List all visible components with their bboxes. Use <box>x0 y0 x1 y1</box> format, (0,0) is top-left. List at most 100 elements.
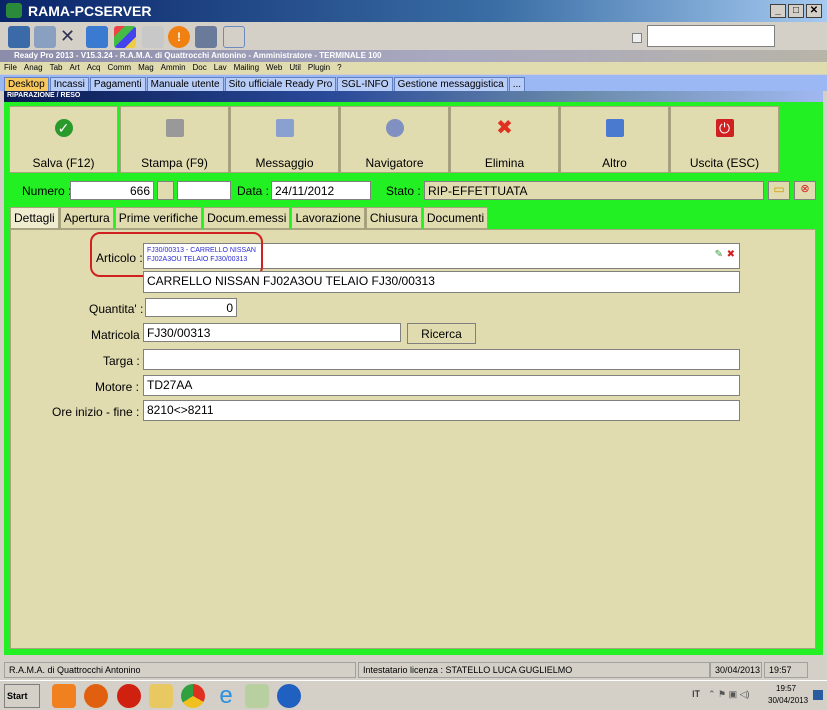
tab-desktop[interactable]: Desktop <box>4 77 49 91</box>
menu-lav[interactable]: Lav <box>214 63 227 72</box>
stato-field: RIP-EFFETTUATA <box>424 181 764 200</box>
window-titlebar: RAMA-PCSERVER _ □ ✕ <box>0 0 827 22</box>
menu-anag[interactable]: Anag <box>24 63 43 72</box>
tab-documenti[interactable]: Documenti <box>422 207 489 229</box>
internet-explorer-icon[interactable]: e <box>214 684 238 708</box>
ore-field[interactable]: 8210<>8211 <box>143 400 740 421</box>
message-button[interactable]: Messaggio <box>230 106 339 173</box>
ready-pro-icon[interactable] <box>117 684 141 708</box>
remote-toolbar: ✕ ! <box>0 22 827 67</box>
windows-icon[interactable] <box>34 26 56 48</box>
show-desktop-icon[interactable] <box>813 690 823 700</box>
menu-comm[interactable]: Comm <box>108 63 132 72</box>
clock-date[interactable]: 30/04/2013 <box>768 696 808 705</box>
tray-icons[interactable]: ⌃ ⚑ ▣ ◁) <box>708 689 750 700</box>
descrizione-field[interactable]: CARRELLO NISSAN FJ02A3OU TELAIO FJ30/003… <box>143 271 740 293</box>
numero-suffix-field[interactable] <box>177 181 231 200</box>
tab-manuale[interactable]: Manuale utente <box>146 77 224 91</box>
malwarebytes-icon[interactable] <box>277 684 301 708</box>
monitor-icon[interactable] <box>8 26 30 48</box>
numero-label: Numero : <box>22 184 72 198</box>
menu-doc[interactable]: Doc <box>193 63 207 72</box>
close-form-button[interactable]: ⊗ <box>794 181 816 200</box>
delete-button[interactable]: ✖ Elimina <box>450 106 559 173</box>
ricerca-button[interactable]: Ricerca <box>407 323 476 344</box>
clock-time[interactable]: 19:57 <box>776 684 796 693</box>
form-tabs: Dettagli Apertura Prime verifiche Docum.eme… <box>10 207 489 229</box>
firefox-icon[interactable] <box>84 684 108 708</box>
status-time: 19:57 <box>764 662 808 678</box>
menu-mailing[interactable]: Mailing <box>234 63 259 72</box>
checkbox[interactable] <box>632 33 642 43</box>
folder-button[interactable]: ▭ <box>768 181 790 200</box>
exit-label: Uscita (ESC) <box>689 156 760 170</box>
refresh-icon[interactable] <box>86 26 108 48</box>
exit-button[interactable]: ⏻ Uscita (ESC) <box>670 106 779 173</box>
remote-app-icon[interactable] <box>245 684 269 708</box>
tab-dettagli[interactable]: Dettagli <box>10 207 59 229</box>
menu-acq[interactable]: Acq <box>87 63 101 72</box>
save-button[interactable]: ✓ Salva (F12) <box>9 106 118 173</box>
tab-docum-emessi[interactable]: Docum.emessi <box>203 207 291 229</box>
alert-icon[interactable]: ! <box>168 26 190 48</box>
tab-prime-verifiche[interactable]: Prime verifiche <box>114 207 203 229</box>
tab-messaggistica[interactable]: Gestione messaggistica <box>393 77 508 91</box>
language-indicator[interactable]: IT <box>692 689 700 699</box>
menu-art[interactable]: Art <box>69 63 79 72</box>
check-icon: ✓ <box>54 119 73 137</box>
tab-incassi[interactable]: Incassi <box>49 77 89 91</box>
menu-file[interactable]: File <box>4 63 17 72</box>
menu-tab[interactable]: Tab <box>50 63 63 72</box>
app-title: Ready Pro 2013 - V15.3.24 - R.A.M.A. di … <box>14 51 382 60</box>
keyboard-icon[interactable] <box>142 26 164 48</box>
disconnect-icon[interactable] <box>195 26 217 48</box>
tab-sgl-info[interactable]: SGL-INFO <box>337 77 393 91</box>
close-button[interactable]: ✕ <box>806 4 822 18</box>
numero-field[interactable]: 666 <box>70 181 154 200</box>
chrome-icon[interactable] <box>181 684 205 708</box>
tab-apertura[interactable]: Apertura <box>59 207 114 229</box>
section-title: RIPARAZIONE / RESO <box>7 92 81 99</box>
status-bar: R.A.M.A. di Quattrocchi Antonino Intesta… <box>4 662 823 678</box>
printer-icon <box>165 119 184 137</box>
navigator-label: Navigatore <box>365 156 424 170</box>
navigator-button[interactable]: Navigatore <box>340 106 449 173</box>
numero-lookup-button[interactable] <box>157 181 174 200</box>
menu-web[interactable]: Web <box>266 63 282 72</box>
tab-pagamenti[interactable]: Pagamenti <box>89 77 146 91</box>
motore-field[interactable]: TD27AA <box>143 375 740 396</box>
tab-chiusura[interactable]: Chiusura <box>365 207 422 229</box>
tools-icon[interactable]: ✕ <box>60 26 82 48</box>
tab-lavorazione[interactable]: Lavorazione <box>291 207 365 229</box>
status-license: Intestatario licenza : STATELLO LUCA GUG… <box>358 662 710 678</box>
clear-x-icon[interactable]: ✖ <box>727 250 735 260</box>
other-button[interactable]: Altro <box>560 106 669 173</box>
other-icon <box>605 119 624 137</box>
tab-more[interactable]: ... <box>508 77 526 91</box>
minimize-button[interactable]: _ <box>770 4 786 18</box>
menu-plugin[interactable]: Plugin <box>308 63 330 72</box>
matricola-label: Matricola : <box>91 328 147 342</box>
section-header: RIPARAZIONE / RESO <box>4 91 823 102</box>
remote-input[interactable] <box>647 25 775 47</box>
targa-field[interactable] <box>143 349 740 370</box>
motore-label: Motore : <box>95 380 140 394</box>
maximize-button[interactable]: □ <box>788 4 804 18</box>
print-button[interactable]: Stampa (F9) <box>120 106 229 173</box>
menu-bar: File Anag Tab Art Acq Comm Mag Ammin Doc Lav Maili… <box>0 62 827 74</box>
quantita-field[interactable]: 0 <box>145 298 237 317</box>
data-field[interactable]: 24/11/2012 <box>271 181 371 200</box>
fullscreen-icon[interactable] <box>223 26 245 48</box>
menu-util[interactable]: Util <box>289 63 301 72</box>
tab-sito[interactable]: Sito ufficiale Ready Pro <box>224 77 337 91</box>
delete-x-icon: ✖ <box>496 117 513 139</box>
explorer-folder-icon[interactable] <box>149 684 173 708</box>
edit-pencil-icon[interactable]: ✎ <box>715 250 723 260</box>
matricola-field[interactable]: FJ30/00313 <box>143 323 401 342</box>
menu-mag[interactable]: Mag <box>138 63 154 72</box>
media-player-icon[interactable] <box>52 684 76 708</box>
menu-ammin[interactable]: Ammin <box>161 63 186 72</box>
start-button[interactable]: Start <box>4 684 40 708</box>
windows-logo-icon[interactable] <box>114 26 136 48</box>
menu-help[interactable]: ? <box>337 63 341 72</box>
